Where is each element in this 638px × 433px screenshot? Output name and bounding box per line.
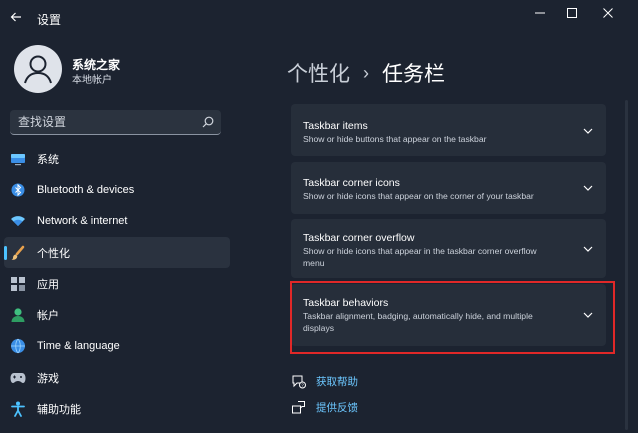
breadcrumb-separator: › [363,62,369,83]
back-arrow-icon [10,12,21,22]
sidebar-item-label: 游戏 [37,372,59,385]
breadcrumb-parent[interactable]: 个性化 [287,58,350,88]
card-taskbar-items[interactable]: Taskbar items Show or hide buttons that … [291,104,606,156]
active-indicator [4,245,7,260]
sidebar-item-label: 个性化 [37,247,70,260]
give-feedback-link[interactable]: 提供反馈 [290,399,358,415]
breadcrumb: 个性化 › 任务栏 [287,58,445,88]
minimize-icon [535,12,545,14]
chevron-down-icon[interactable] [582,182,594,194]
sidebar-nav: 系统 Bluetooth & devices Network & interne… [0,143,232,425]
back-button[interactable] [4,6,28,28]
sidebar-item-network[interactable]: Network & internet [4,206,230,237]
card-description: Show or hide icons that appear on the co… [303,191,534,201]
maximize-icon [567,8,577,18]
close-icon [603,8,613,18]
sidebar-item-label: Bluetooth & devices [37,183,135,196]
sidebar-item-time-language[interactable]: Time & language [4,331,230,362]
search-icon[interactable] [201,115,215,129]
gamepad-icon [10,370,26,386]
accessibility-icon [10,401,26,417]
give-feedback-label: 提供反馈 [316,401,358,414]
chevron-down-icon[interactable] [582,125,594,137]
sidebar-item-accessibility[interactable]: 辅助功能 [4,393,230,424]
title-bar: 设置 [0,0,638,36]
sidebar-item-label: 系统 [37,153,59,166]
card-title: Taskbar corner overflow [303,232,415,244]
sidebar-item-label: 帐户 [37,310,59,323]
search-input[interactable] [10,110,198,133]
close-button[interactable] [593,3,623,23]
sidebar-item-label: Time & language [37,340,120,353]
annotation-highlight-box [290,281,615,354]
get-help-link[interactable]: ? 获取帮助 [290,373,358,389]
scrollbar[interactable] [625,100,628,430]
account-icon [10,307,26,323]
sidebar-item-system[interactable]: 系统 [4,143,230,174]
user-icon [24,55,52,84]
card-title: Taskbar items [303,120,368,132]
card-description: Show or hide icons that appear in the ta… [303,246,537,268]
sidebar-item-label: 辅助功能 [37,404,81,417]
card-taskbar-corner-icons[interactable]: Taskbar corner icons Show or hide icons … [291,162,606,214]
app-title: 设置 [37,13,62,27]
card-taskbar-corner-overflow[interactable]: Taskbar corner overflow Show or hide ico… [291,219,606,278]
search-box[interactable] [10,110,221,135]
get-help-label: 获取帮助 [316,375,358,388]
sidebar-item-label: Network & internet [37,215,128,228]
help-icon: ? [290,373,306,389]
chevron-down-icon[interactable] [582,243,594,255]
minimize-button[interactable] [525,3,555,23]
maximize-button[interactable] [557,3,587,23]
sidebar-item-personalization[interactable]: 个性化 [4,236,230,269]
globe-clock-icon [10,338,26,354]
card-title: Taskbar corner icons [303,177,400,189]
sidebar-item-apps[interactable]: 应用 [4,268,230,299]
sidebar-item-gaming[interactable]: 游戏 [4,362,230,393]
apps-icon [10,276,26,292]
avatar[interactable] [14,45,62,93]
page-title: 任务栏 [382,63,445,86]
paintbrush-icon [10,245,26,261]
profile-account-type: 本地帐户 [72,75,112,86]
sidebar-item-bluetooth[interactable]: Bluetooth & devices [4,174,230,205]
sidebar-item-accounts[interactable]: 帐户 [4,299,230,330]
system-monitor-icon [10,151,26,167]
sidebar-item-label: 应用 [37,278,59,291]
wifi-icon [10,213,26,229]
bluetooth-icon [10,182,26,198]
card-description: Show or hide buttons that appear on the … [303,134,487,144]
feedback-icon [290,399,306,415]
